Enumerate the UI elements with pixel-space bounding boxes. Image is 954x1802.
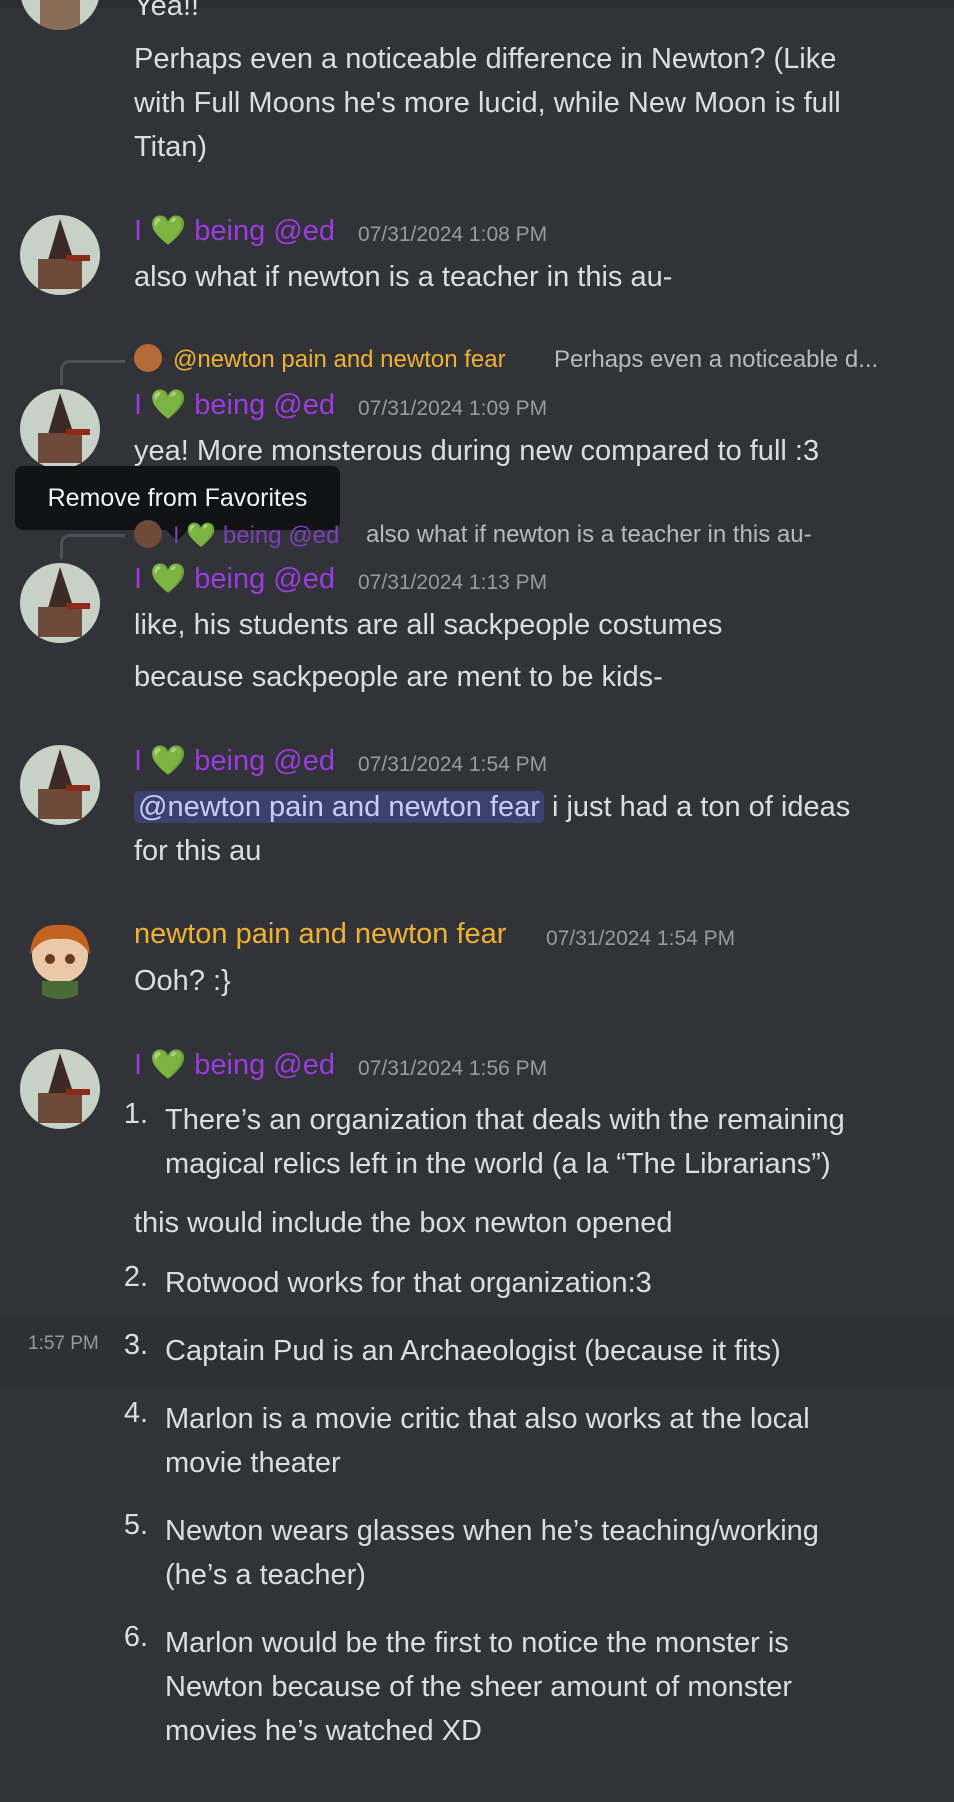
- list-number: 2.: [123, 1261, 148, 1293]
- list-item: Marlon would be the first to notice the …: [165, 1627, 793, 1747]
- avatar[interactable]: [20, 919, 100, 999]
- reply-preview[interactable]: also what if newton is a teacher in this…: [366, 521, 812, 549]
- message-text: Perhaps even a noticeable difference in …: [134, 43, 841, 163]
- list-number: 3.: [123, 1329, 148, 1361]
- avatar[interactable]: [20, 563, 100, 643]
- avatar-image: [20, 563, 100, 643]
- avatar-image: [20, 0, 100, 30]
- list-item: There’s an organization that deals with …: [165, 1104, 845, 1180]
- avatar[interactable]: [20, 1049, 100, 1129]
- message-text: this would include the box newton opened: [134, 1207, 673, 1239]
- list-number: 6.: [123, 1621, 148, 1653]
- message-text: Yea!!: [134, 0, 200, 22]
- avatar[interactable]: [20, 745, 100, 825]
- avatar[interactable]: [20, 215, 100, 295]
- author-name[interactable]: I 💚 being @ed: [134, 388, 335, 422]
- author-name[interactable]: I 💚 being @ed: [134, 1048, 335, 1082]
- reply-avatar: [134, 520, 162, 548]
- message-text: also what if newton is a teacher in this…: [134, 261, 673, 293]
- list-item: Newton wears glasses when he’s teaching/…: [165, 1515, 819, 1591]
- timestamp: 07/31/2024 1:08 PM: [358, 223, 548, 246]
- message-text: for this au: [134, 835, 262, 867]
- list-item: Marlon is a movie critic that also works…: [165, 1403, 810, 1479]
- avatar-image: [20, 389, 100, 469]
- message-text: @newton pain and newton fear i just had …: [134, 785, 850, 829]
- user-mention[interactable]: @newton pain and newton fear: [134, 791, 544, 823]
- reply-avatar: [134, 344, 162, 372]
- list-number: 1.: [123, 1098, 148, 1130]
- timestamp: 07/31/2024 1:54 PM: [546, 927, 736, 950]
- author-name[interactable]: I 💚 being @ed: [134, 214, 335, 248]
- author-name[interactable]: I 💚 being @ed: [134, 562, 335, 596]
- reply-connector: [60, 360, 125, 385]
- reply-preview[interactable]: Perhaps even a noticeable d...: [554, 346, 878, 374]
- hover-timestamp: 1:57 PM: [28, 1333, 99, 1354]
- timestamp: 07/31/2024 1:13 PM: [358, 571, 548, 594]
- author-name[interactable]: newton pain and newton fear: [134, 918, 506, 951]
- avatar-image: [20, 215, 100, 295]
- avatar-image: [20, 919, 100, 999]
- timestamp: 07/31/2024 1:54 PM: [358, 753, 548, 776]
- message-text-tail: i just had a ton of ideas: [543, 791, 851, 823]
- message-text: Ooh? :}: [134, 965, 231, 997]
- reply-author[interactable]: @newton pain and newton fear: [173, 346, 506, 374]
- avatar[interactable]: [20, 0, 100, 30]
- timestamp: 07/31/2024 1:09 PM: [358, 397, 548, 420]
- avatar-image: [20, 1049, 100, 1129]
- avatar-image: [20, 745, 100, 825]
- list-number: 5.: [123, 1509, 148, 1541]
- list-number: 4.: [123, 1397, 148, 1429]
- timestamp: 07/31/2024 1:56 PM: [358, 1057, 548, 1080]
- list-item: Rotwood works for that organization:3: [165, 1267, 652, 1299]
- reply-author[interactable]: I 💚 being @ed: [173, 521, 339, 550]
- message-text: because sackpeople are ment to be kids-: [134, 661, 663, 693]
- author-name[interactable]: I 💚 being @ed: [134, 744, 335, 778]
- list-item: Captain Pud is an Archaeologist (because…: [165, 1335, 781, 1367]
- avatar[interactable]: [20, 389, 100, 469]
- reply-connector: [60, 534, 125, 559]
- message-text: like, his students are all sackpeople co…: [134, 609, 723, 641]
